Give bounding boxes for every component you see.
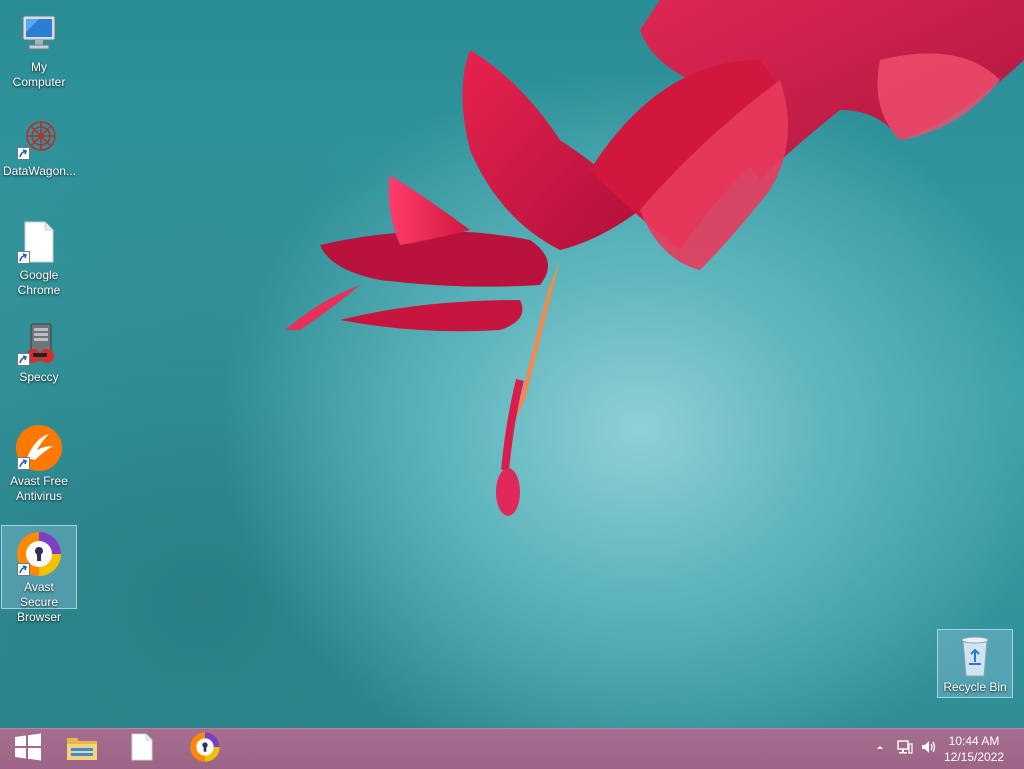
taskbar-avast-secure-browser-button[interactable] xyxy=(177,729,233,769)
desktop-icon-label: Avast Free Antivirus xyxy=(10,474,68,503)
avast-antivirus-icon xyxy=(15,424,63,472)
desktop-icon-label: Google Chrome xyxy=(17,268,61,297)
chevron-up-icon xyxy=(874,740,886,758)
avast-secure-browser-icon xyxy=(15,530,63,578)
datawagon-icon xyxy=(15,114,63,162)
taskbar: 10:44 AM 12/15/2022 xyxy=(0,728,1024,769)
windows-start-icon xyxy=(14,733,42,766)
recycle-bin-icon xyxy=(951,634,999,678)
clock-time: 10:44 AM xyxy=(948,734,1000,748)
shortcut-arrow-icon xyxy=(17,563,30,576)
desktop-icon-label: Speccy xyxy=(19,370,59,384)
desktop-icon-my-computer[interactable]: My Computer xyxy=(1,6,77,90)
blank-file-icon xyxy=(129,732,155,767)
desktop-icon-label: DataWagon... xyxy=(3,164,76,178)
desktop-icon-google-chrome[interactable]: Google Chrome xyxy=(1,214,77,298)
network-icon xyxy=(896,739,914,760)
desktop-icon-datawagon[interactable]: DataWagon... xyxy=(1,110,77,179)
flower-image xyxy=(285,0,1024,516)
file-explorer-icon xyxy=(65,732,99,767)
show-hidden-icons-button[interactable] xyxy=(874,729,886,769)
desktop-icon-label: Avast Secure Browser xyxy=(16,580,61,624)
desktop-icon-recycle-bin[interactable]: Recycle Bin xyxy=(937,629,1013,698)
network-tray-button[interactable] xyxy=(896,729,914,769)
taskbar-clock[interactable]: 10:44 AM 12/15/2022 xyxy=(938,733,1010,765)
shortcut-arrow-icon xyxy=(17,457,30,470)
desktop-icon-avast-free-antivirus[interactable]: Avast Free Antivirus xyxy=(1,420,77,504)
speaker-icon xyxy=(920,739,938,760)
desktop-icon-label: My Computer xyxy=(12,60,66,89)
desktop-wallpaper xyxy=(0,0,1024,728)
desktop-icon-label: Recycle Bin xyxy=(943,680,1007,694)
avast-secure-browser-icon xyxy=(189,731,221,768)
clock-date: 12/15/2022 xyxy=(943,750,1005,764)
shortcut-arrow-icon xyxy=(17,353,30,366)
speccy-icon xyxy=(15,320,63,368)
taskbar-file-explorer-button[interactable] xyxy=(54,729,110,769)
volume-tray-button[interactable] xyxy=(920,729,938,769)
taskbar-blank-file-button[interactable] xyxy=(114,729,170,769)
blank-file-icon xyxy=(15,218,63,266)
computer-icon xyxy=(15,10,63,58)
desktop-icon-avast-secure-browser[interactable]: Avast Secure Browser xyxy=(1,525,77,624)
start-button[interactable] xyxy=(0,729,56,769)
shortcut-arrow-icon xyxy=(17,147,30,160)
shortcut-arrow-icon xyxy=(17,251,30,264)
desktop-icon-speccy[interactable]: Speccy xyxy=(1,316,77,385)
